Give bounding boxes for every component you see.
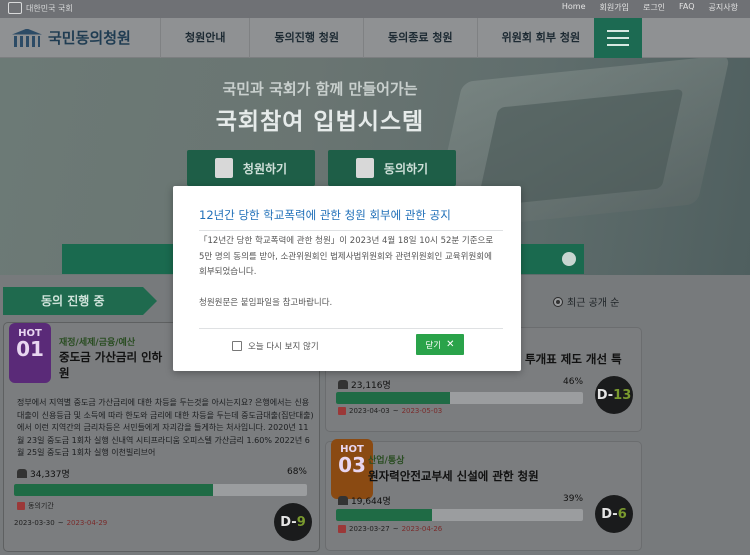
close-button[interactable]: 닫기 ✕	[416, 334, 464, 355]
close-button-label: 닫기	[425, 340, 442, 351]
download-icon[interactable]	[562, 252, 576, 266]
link-notice[interactable]: 공지사항	[709, 2, 738, 13]
site-logo[interactable]: 국민동의청원	[12, 27, 131, 48]
progress-bar-fill	[336, 509, 433, 521]
hero-title: 국회참여 입법시스템	[215, 109, 425, 135]
progress-bar	[336, 509, 583, 521]
nav-menu: 청원안내 동의진행 청원 동의종료 청원 위원회 회부 청원	[160, 18, 606, 58]
petition-title[interactable]: 투개표 제도 개선 특	[525, 351, 622, 367]
menu-hamburger-icon[interactable]	[594, 18, 642, 58]
in-progress-tag: 동의 진행 중	[3, 287, 157, 315]
radio-selected-icon	[553, 296, 563, 307]
assembly-brand[interactable]: 대한민국 국회	[8, 2, 73, 14]
petition-card[interactable]: HOT 03 산업/통상 원자력안전교부세 신설에 관한 청원 19,644명 …	[325, 439, 642, 551]
progress-percent: 46%	[563, 377, 584, 387]
link-home[interactable]: Home	[562, 2, 586, 13]
link-signup[interactable]: 회원가입	[600, 2, 629, 13]
close-icon: ✕	[446, 339, 455, 350]
utility-bar: 대한민국 국회 Home 회원가입 로그인 FAQ 공지사항	[0, 0, 750, 18]
sort-option-recent-label: 최근 공개 순	[567, 298, 620, 309]
assembly-building-icon	[12, 29, 42, 47]
nav-item-closed[interactable]: 동의종료 청원	[363, 18, 477, 58]
dday-badge: D- 13	[595, 376, 633, 414]
checkbox-icon	[232, 341, 242, 351]
link-login[interactable]: 로그인	[643, 2, 665, 13]
agree-button[interactable]: 동의하기	[328, 150, 456, 186]
agree-button-label: 동의하기	[383, 161, 429, 176]
vote-count: 19,644명	[338, 494, 391, 507]
petition-title[interactable]: 중도금 가산금리 인하	[59, 349, 162, 365]
petition-title-line2: 원	[59, 366, 70, 380]
period-dates: 2023-03-30 ~2023-04-29	[14, 519, 108, 527]
nav-item-in-progress[interactable]: 동의진행 청원	[249, 18, 363, 58]
petition-title[interactable]: 원자력안전교부세 신설에 관한 청원	[368, 468, 539, 484]
sort-option-recent[interactable]: 최근 공개 순	[553, 294, 619, 309]
petition-category: 재정/세제/금융/예산	[59, 338, 136, 348]
progress-bar	[336, 392, 583, 404]
petition-button-label: 청원하기	[242, 161, 288, 176]
link-faq[interactable]: FAQ	[679, 2, 695, 13]
progress-bar-fill	[336, 392, 450, 404]
hot-rank-badge: HOT 03	[331, 439, 373, 499]
period-dates: 2023-03-27 ~2023-04-26	[338, 525, 442, 533]
petition-description: 정부에서 지역별 중도금 가산금리에 대한 차등을 두는것을 아시는지요? 은행…	[17, 398, 314, 457]
hot-rank-badge: HOT 01	[9, 323, 51, 383]
people-icon	[338, 496, 348, 505]
calendar-icon	[338, 407, 346, 415]
progress-percent: 68%	[286, 467, 307, 477]
vote-count: 23,116명	[338, 378, 391, 391]
progress-bar-fill	[14, 484, 214, 496]
assembly-emblem-icon	[8, 2, 22, 14]
people-icon	[17, 469, 27, 478]
progress-percent: 39%	[563, 494, 584, 504]
modal-divider	[199, 328, 503, 329]
calendar-icon	[17, 502, 25, 510]
calendar-icon	[338, 525, 346, 533]
progress-bar	[14, 484, 307, 496]
assembly-brand-label: 대한민국 국회	[26, 3, 73, 13]
modal-divider	[199, 230, 503, 231]
nav-item-guide[interactable]: 청원안내	[160, 18, 249, 58]
modal-body-paragraph: 청원원문은 붙임파일을 참고바랍니다.	[199, 297, 333, 308]
period-label: 동의기간	[17, 501, 54, 511]
modal-body: 「12년간 당한 학교폭력에 관한 청원」이 2023년 4월 18일 10시 …	[199, 234, 499, 311]
dont-show-today-label: 오늘 다시 보지 않기	[248, 342, 319, 352]
hero-subtitle: 국민과 국회가 함께 만들어가는	[222, 80, 418, 98]
period-dates: 2023-04-03 ~2023-05-03	[338, 407, 442, 415]
modal-title: 12년간 당한 학교폭력에 관한 청원 회부에 관한 공지	[199, 208, 451, 222]
nav-item-committee[interactable]: 위원회 회부 청원	[476, 18, 606, 58]
petition-button[interactable]: 청원하기	[187, 150, 315, 186]
dday-badge: D- 6	[595, 495, 633, 533]
modal-body-paragraph: 「12년간 당한 학교폭력에 관한 청원」이 2023년 4월 18일 10시 …	[199, 236, 494, 277]
utility-links: Home 회원가입 로그인 FAQ 공지사항	[562, 2, 738, 13]
notice-modal: 12년간 당한 학교폭력에 관한 청원 회부에 관한 공지 「12년간 당한 학…	[173, 186, 521, 371]
vote-count: 34,337명	[17, 467, 70, 480]
petition-category: 산업/통상	[368, 456, 405, 466]
main-nav: 국민동의청원 청원안내 동의진행 청원 동의종료 청원 위원회 회부 청원	[0, 18, 750, 58]
dday-badge: D- 9	[274, 503, 312, 541]
hand-pointer-icon	[355, 158, 374, 178]
people-icon	[338, 380, 348, 389]
site-logo-text: 국민동의청원	[48, 29, 131, 47]
document-write-icon	[214, 158, 233, 178]
dont-show-today-checkbox[interactable]: 오늘 다시 보지 않기	[232, 340, 319, 352]
